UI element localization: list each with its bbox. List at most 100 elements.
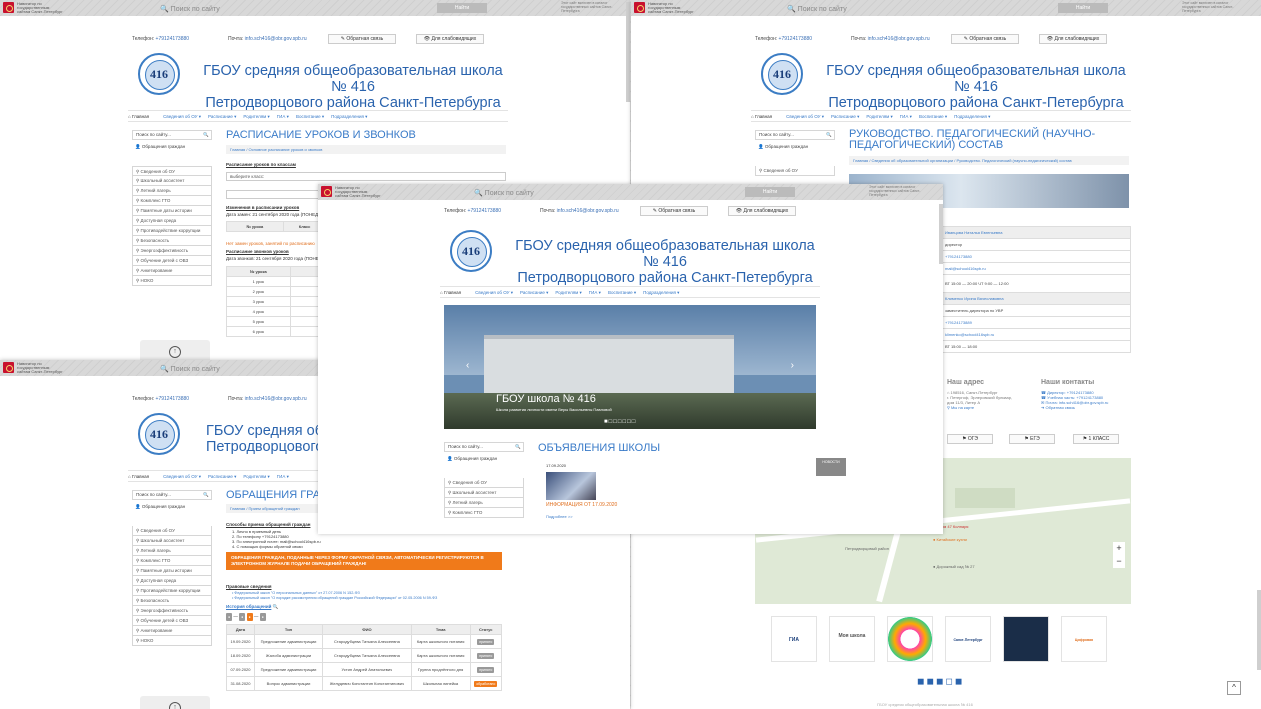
slider-prev-icon[interactable]: ‹ — [466, 360, 469, 371]
sidebar-item[interactable]: ⚲ Комплекс ГТО — [132, 196, 212, 206]
nav-schedule[interactable]: Расписание ▾ — [520, 290, 548, 295]
map-link[interactable]: ⚲ Мы на карте — [947, 405, 974, 410]
sidebar-item[interactable]: ⚲ Памятные даты истории — [132, 206, 212, 216]
nav-parents[interactable]: Родителям ▾ — [555, 290, 581, 295]
nav-about[interactable]: Сведения об ОУ ▾ — [786, 114, 824, 119]
nav-home[interactable]: ⌂ Главная — [128, 114, 156, 119]
phone-link[interactable]: Телефон: +79124173880 — [132, 36, 189, 42]
school-logo[interactable]: 416 — [138, 53, 180, 95]
sidebar-item[interactable]: ⚲ Анкетирование — [132, 626, 212, 636]
first-grade-button[interactable]: ⚑ 1 КЛАСС — [1073, 434, 1119, 444]
scrollbar[interactable] — [626, 2, 630, 102]
gos-search-button[interactable]: Найти — [1058, 3, 1108, 13]
sidebar-item[interactable]: ⚲ Доступная среда — [132, 216, 212, 226]
sidebar-item[interactable]: ⚲ Школьный ассистент — [132, 176, 212, 186]
social-icons[interactable]: ◼◼◼◻◼ — [917, 677, 964, 686]
phone-link[interactable]: Телефон: +79124173880 — [444, 208, 501, 214]
nav-home[interactable]: ⌂ Главная — [751, 114, 779, 119]
mail-link[interactable]: Почта: info.sch416@obr.gov.spb.ru — [228, 396, 307, 402]
gos-search-input[interactable]: 🔍 Поиск по сайту — [160, 365, 220, 373]
sidebar-item[interactable]: ⚲ Безопасность — [132, 236, 212, 246]
partner-spb[interactable]: Санкт-Петербург — [945, 616, 991, 662]
feedback-button[interactable]: ✎ Обратная связь — [640, 206, 708, 216]
sidebar-item[interactable]: ⚲ НОКО — [132, 276, 212, 286]
impaired-version-button[interactable]: 👁 Для слабовидящих — [416, 34, 484, 44]
phone-link[interactable]: Телефон: +79124173880 — [755, 36, 812, 42]
gos-navigator-link[interactable]: Навигатор по государственным сайтам Санкт-… — [648, 2, 718, 14]
partner-crest[interactable] — [1003, 616, 1049, 662]
nav-divisions[interactable]: Подразделения ▾ — [331, 114, 367, 119]
school-logo[interactable]: 416 — [138, 413, 180, 455]
arrow-up-icon[interactable]: ↑ — [169, 346, 181, 358]
mail-link[interactable]: Почта: info.sch416@obr.gov.spb.ru — [851, 36, 930, 42]
nav-schedule[interactable]: Расписание ▾ — [831, 114, 859, 119]
nav-upbringing[interactable]: Воспитание ▾ — [296, 114, 324, 119]
oge-button[interactable]: ⚑ ОГЭ — [947, 434, 993, 444]
sidebar-item[interactable]: ⚲ НОКО — [132, 636, 212, 646]
sidebar-search-input[interactable]: Поиск по сайту... 🔍 — [132, 490, 212, 500]
sidebar-item[interactable]: ⚲ Энергоэффективность — [132, 606, 212, 616]
nav-divisions[interactable]: Подразделения ▾ — [954, 114, 990, 119]
sidebar-item[interactable]: ⚲ Анкетирование — [132, 266, 212, 276]
appeals-link[interactable]: 👤 Обращения граждан — [755, 143, 835, 153]
partner-my-school[interactable]: Моя школа — [829, 616, 875, 662]
gos-search-input[interactable]: 🔍 Поиск по сайту — [160, 5, 220, 13]
nav-upbringing[interactable]: Воспитание ▾ — [608, 290, 636, 295]
search-icon[interactable]: 🔍 — [203, 491, 209, 499]
ege-button[interactable]: ⚑ ЕГЭ — [1009, 434, 1055, 444]
history-heading[interactable]: История обращений 🔍 — [226, 604, 278, 610]
news-tag[interactable]: НОВОСТИ — [816, 458, 846, 476]
appeals-link[interactable]: 👤 Обращения граждан — [132, 503, 212, 513]
search-icon[interactable]: 🔍 — [515, 443, 521, 451]
breadcrumb[interactable]: Главная / Основное расписание уроков и з… — [226, 145, 506, 154]
sidebar-item[interactable]: ⚲ Противодействие коррупции — [132, 586, 212, 596]
slider-next-icon[interactable]: › — [791, 360, 794, 371]
gos-navigator-link[interactable]: Навигатор по государственным сайтам Санкт-… — [17, 2, 87, 14]
sidebar-item[interactable]: ⚲ Противодействие коррупции — [132, 226, 212, 236]
partner-gia[interactable]: ГИА — [771, 616, 817, 662]
sidebar-item[interactable]: ⚲ Комплекс ГТО — [444, 508, 524, 518]
mail-link[interactable]: Почта: info.sch416@obr.gov.spb.ru — [228, 36, 307, 42]
gos-navigator-link[interactable]: Навигатор по государственным сайтам Санкт-… — [17, 362, 87, 374]
news-thumbnail[interactable] — [546, 472, 596, 500]
impaired-version-button[interactable]: 👁 Для слабовидящих — [728, 206, 796, 216]
partner-digital[interactable]: Цифровая — [1061, 616, 1107, 662]
sidebar-item[interactable]: ⚲ Летний лагерь — [132, 546, 212, 556]
feedback-button[interactable]: ✎ Обратная связь — [951, 34, 1019, 44]
nav-schedule[interactable]: Расписание ▾ — [208, 114, 236, 119]
nav-home[interactable]: ⌂ Главная — [440, 290, 468, 295]
breadcrumb[interactable]: Главная / Сведения об образовательной ор… — [849, 156, 1129, 165]
news-link[interactable]: ИНФОРМАЦИЯ ОТ 17.09.2020 — [546, 502, 617, 508]
nav-home[interactable]: ⌂ Главная — [128, 474, 156, 479]
sidebar-item[interactable]: ⚲ Безопасность — [132, 596, 212, 606]
appeals-link[interactable]: 👤 Обращения граждан — [444, 455, 524, 465]
partner-logo[interactable] — [887, 616, 933, 662]
nav-parents[interactable]: Родителям ▾ — [243, 474, 269, 479]
sidebar-item[interactable]: ⚲ Школьный ассистент — [132, 536, 212, 546]
hero-slider[interactable]: ‹ › ГБОУ школа № 416 Школа развития личн… — [444, 305, 816, 429]
sidebar-search-input[interactable]: Поиск по сайту... 🔍 — [755, 130, 835, 140]
sidebar-item[interactable]: ⚲ Доступная среда — [132, 576, 212, 586]
scroll-top-button[interactable]: ^ — [1227, 681, 1241, 695]
nav-about[interactable]: Сведения об ОУ ▾ — [163, 474, 201, 479]
sidebar-item[interactable]: ⚲ Комплекс ГТО — [132, 556, 212, 566]
gos-search-input[interactable]: 🔍 Поиск по сайту — [474, 189, 534, 197]
nav-upbringing[interactable]: Воспитание ▾ — [919, 114, 947, 119]
nav-parents[interactable]: Родителям ▾ — [866, 114, 892, 119]
sidebar-item[interactable]: ⚲ Сведения об ОУ — [755, 166, 835, 176]
sidebar-item[interactable]: ⚲ Сведения об ОУ — [444, 478, 524, 488]
gos-search-button[interactable]: Найти — [745, 187, 795, 197]
sidebar-item[interactable]: ⚲ Сведения об ОУ — [132, 166, 212, 176]
nav-gia[interactable]: ГИА ▾ — [589, 290, 601, 295]
more-link[interactable]: Подробнее >> — [546, 514, 573, 520]
nav-gia[interactable]: ГИА ▾ — [277, 474, 289, 479]
nav-divisions[interactable]: Подразделения ▾ — [643, 290, 679, 295]
nav-about[interactable]: Сведения об ОУ ▾ — [475, 290, 513, 295]
nav-parents[interactable]: Родителям ▾ — [243, 114, 269, 119]
sidebar-item[interactable]: ⚲ Школьный ассистент — [444, 488, 524, 498]
map-zoom-controls[interactable]: + − — [1113, 542, 1125, 568]
phone-link[interactable]: Телефон: +79124173880 — [132, 396, 189, 402]
gos-navigator-link[interactable]: Навигатор по государственным сайтам Санкт-… — [335, 186, 405, 198]
sidebar-item[interactable]: ⚲ Сведения об ОУ — [132, 526, 212, 536]
sidebar-item[interactable]: ⚲ Летний лагерь — [444, 498, 524, 508]
